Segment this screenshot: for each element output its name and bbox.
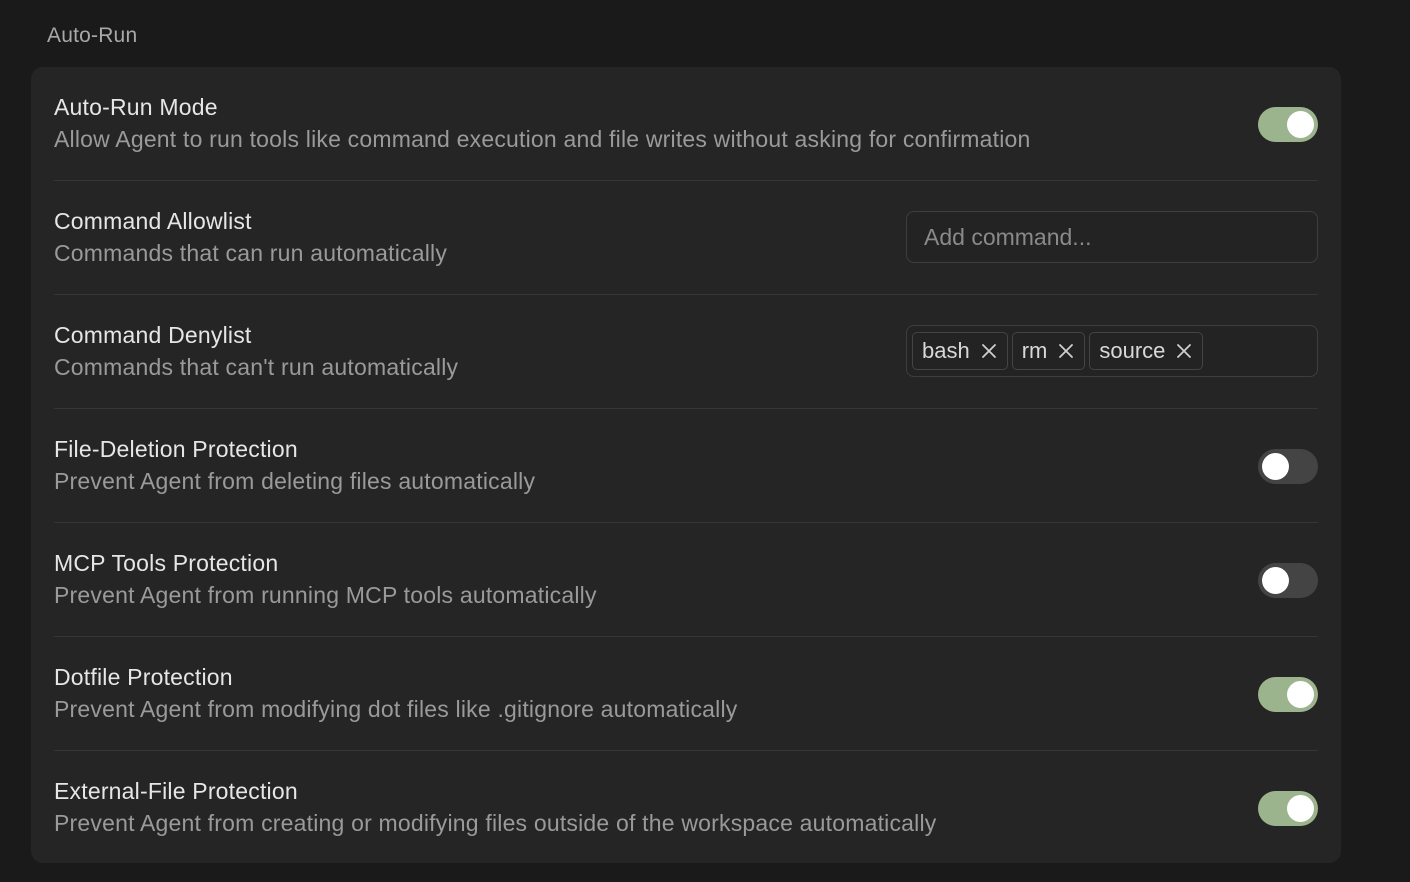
file-deletion-protection-toggle[interactable] [1258,449,1318,484]
setting-row-file-deletion-protection: File-Deletion Protection Prevent Agent f… [54,409,1318,523]
auto-run-mode-toggle[interactable] [1258,107,1318,142]
denylist-tag-source: source [1089,332,1204,370]
mcp-tools-protection-toggle[interactable] [1258,563,1318,598]
denylist-tag-bash: bash [912,332,1008,370]
auto-run-panel: Auto-Run Mode Allow Agent to run tools l… [31,67,1341,863]
denylist-tag-input[interactable]: bash rm source [906,325,1318,377]
setting-row-dotfile-protection: Dotfile Protection Prevent Agent from mo… [54,637,1318,751]
close-icon[interactable] [1057,342,1075,360]
denylist-tag-rm: rm [1011,332,1086,370]
setting-title: File-Deletion Protection [54,436,298,462]
setting-text: Auto-Run Mode Allow Agent to run tools l… [54,92,1031,156]
close-icon[interactable] [1175,342,1193,360]
tag-label: bash [922,338,970,363]
toggle-knob [1262,453,1289,480]
setting-row-mcp-tools-protection: MCP Tools Protection Prevent Agent from … [54,523,1318,637]
setting-row-command-allowlist: Command Allowlist Commands that can run … [54,181,1318,295]
setting-title: Command Allowlist [54,208,252,234]
setting-text: Dotfile Protection Prevent Agent from mo… [54,662,738,726]
setting-text: Command Allowlist Commands that can run … [54,206,447,270]
setting-row-auto-run-mode: Auto-Run Mode Allow Agent to run tools l… [54,67,1318,181]
setting-description: Prevent Agent from creating or modifying… [54,810,937,836]
setting-text: Command Denylist Commands that can't run… [54,320,458,384]
settings-page: Auto-Run Auto-Run Mode Allow Agent to ru… [0,0,1410,882]
setting-title: MCP Tools Protection [54,550,279,576]
tag-label: rm [1021,338,1048,363]
dotfile-protection-toggle[interactable] [1258,677,1318,712]
setting-text: File-Deletion Protection Prevent Agent f… [54,434,535,498]
add-command-input[interactable] [906,211,1318,263]
toggle-knob [1287,795,1314,822]
setting-text: MCP Tools Protection Prevent Agent from … [54,548,597,612]
setting-title: External-File Protection [54,778,298,804]
setting-title: Auto-Run Mode [54,94,218,120]
setting-description: Prevent Agent from running MCP tools aut… [54,582,597,608]
toggle-knob [1287,681,1314,708]
toggle-knob [1262,567,1289,594]
setting-row-command-denylist: Command Denylist Commands that can't run… [54,295,1318,409]
setting-title: Dotfile Protection [54,664,233,690]
external-file-protection-toggle[interactable] [1258,791,1318,826]
setting-title: Command Denylist [54,322,252,348]
setting-description: Commands that can run automatically [54,240,448,266]
close-icon[interactable] [980,342,998,360]
setting-description: Commands that can't run automatically [54,354,459,380]
setting-description: Prevent Agent from modifying dot files l… [54,696,738,722]
setting-description: Prevent Agent from deleting files automa… [54,468,536,494]
setting-row-external-file-protection: External-File Protection Prevent Agent f… [54,751,1318,865]
toggle-knob [1287,111,1314,138]
setting-text: External-File Protection Prevent Agent f… [54,776,937,840]
tag-label: source [1099,338,1166,363]
section-title: Auto-Run [47,24,138,47]
setting-description: Allow Agent to run tools like command ex… [54,126,1031,152]
